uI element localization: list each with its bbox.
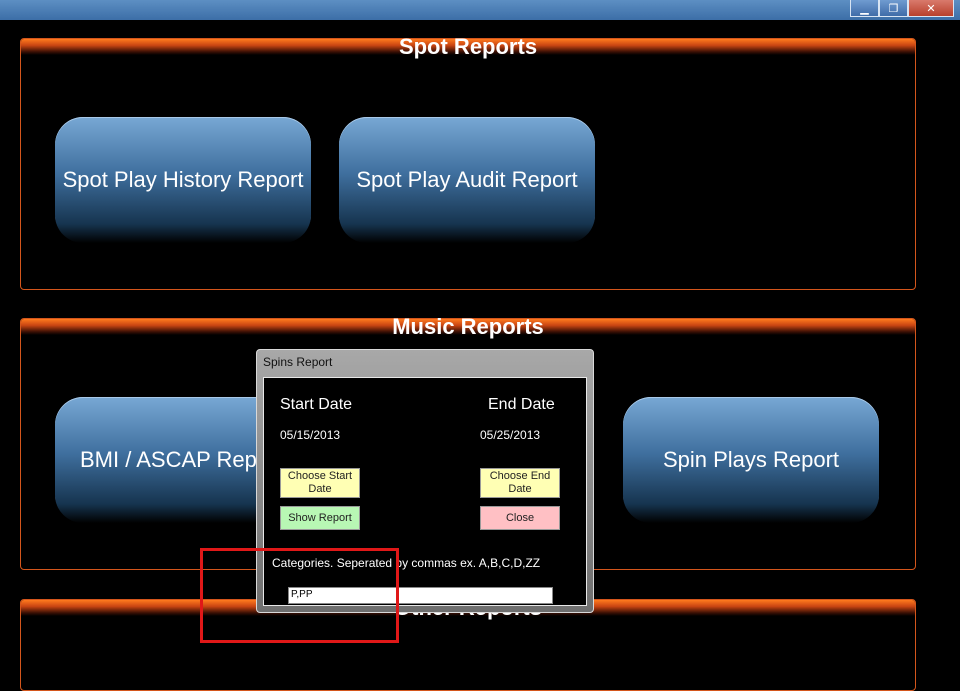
dialog-title: Spins Report: [263, 355, 333, 369]
choose-start-date-button[interactable]: Choose Start Date: [280, 468, 360, 498]
choose-end-date-button[interactable]: Choose End Date: [480, 468, 560, 498]
close-window-button[interactable]: ✕: [908, 0, 954, 17]
spot-play-audit-button[interactable]: Spot Play Audit Report: [339, 117, 595, 243]
spot-play-history-button[interactable]: Spot Play History Report: [55, 117, 311, 243]
spin-plays-report-button[interactable]: Spin Plays Report: [623, 397, 879, 523]
end-date-value: 05/25/2013: [480, 428, 541, 442]
highlight-box: [200, 548, 399, 643]
minimize-button[interactable]: ▁: [850, 0, 879, 17]
restore-button[interactable]: ❐: [879, 0, 908, 17]
show-report-button[interactable]: Show Report: [280, 506, 360, 530]
end-date-label: End Date: [488, 396, 555, 413]
window-titlebar: ▁ ❐ ✕: [0, 0, 960, 20]
spot-reports-panel: Spot Reports Spot Play History Report Sp…: [20, 34, 916, 290]
spot-reports-title: Spot Reports: [398, 34, 538, 59]
close-dialog-button[interactable]: Close: [480, 506, 560, 530]
start-date-value: 05/15/2013: [280, 428, 341, 442]
start-date-label: Start Date: [280, 396, 353, 413]
music-reports-title: Music Reports: [392, 314, 544, 339]
window-controls: ▁ ❐ ✕: [850, 0, 954, 18]
